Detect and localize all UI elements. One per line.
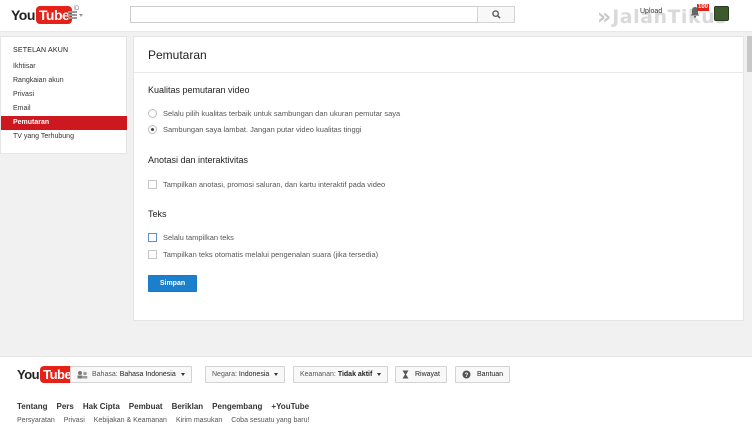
logo-tube-text: Tube xyxy=(35,6,73,24)
avatar[interactable] xyxy=(714,6,729,21)
sidebar-item-ikhtisar[interactable]: Ikhtisar xyxy=(1,60,127,74)
quality-option-slow[interactable]: Sambungan saya lambat. Jangan putar vide… xyxy=(148,123,361,135)
save-button[interactable]: Simpan xyxy=(148,275,197,292)
option-label: Tampilkan teks otomatis melalui pengenal… xyxy=(163,249,379,259)
country-value: Indonesia xyxy=(238,371,270,378)
country-label: Negara: xyxy=(212,371,237,378)
footer-link-coba-baru[interactable]: Coba sesuatu yang baru! xyxy=(231,417,309,424)
sidebar-item-tv-terhubung[interactable]: TV yang Terhubung xyxy=(1,130,127,144)
language-label: Bahasa: xyxy=(92,371,118,378)
checkbox-annotations[interactable] xyxy=(148,179,157,189)
history-button[interactable]: Riwayat xyxy=(395,366,447,383)
section-title-annotations: Anotasi dan interaktivitas xyxy=(148,155,249,165)
footer-link-persyaratan[interactable]: Persyaratan xyxy=(17,417,55,424)
safety-value: Tidak aktif xyxy=(337,371,373,378)
section-title-video-quality: Kualitas pemutaran video xyxy=(148,85,250,95)
guide-menu-button[interactable] xyxy=(68,10,84,20)
sidebar-item-email[interactable]: Email xyxy=(1,102,127,116)
footer-link-pengembang[interactable]: Pengembang xyxy=(212,402,262,411)
footer-link-kirim-masukan[interactable]: Kirim masukan xyxy=(176,417,222,424)
chevron-down-icon xyxy=(274,373,279,376)
footer-primary-links: Tentang Pers Hak Cipta Pembuat Beriklan … xyxy=(17,402,318,411)
captions-auto-option[interactable]: Tampilkan teks otomatis melalui pengenal… xyxy=(148,248,378,260)
radio-slow-connection[interactable] xyxy=(148,124,157,134)
quality-option-best[interactable]: Selalu pilih kualitas terbaik untuk samb… xyxy=(148,107,400,119)
option-label: Selalu tampilkan teks xyxy=(163,232,234,242)
footer-link-pers[interactable]: Pers xyxy=(57,402,74,411)
safety-label: Keamanan: xyxy=(300,371,336,378)
footer-link-privasi[interactable]: Privasi xyxy=(64,417,85,424)
language-icon xyxy=(77,371,88,379)
notification-count-badge: 100 xyxy=(697,4,710,11)
search-box xyxy=(130,6,477,23)
search-icon xyxy=(492,10,501,19)
search-input[interactable] xyxy=(131,7,477,22)
chevron-down-icon xyxy=(377,373,382,376)
title-divider xyxy=(134,72,743,73)
watermark-text: JalanTikus xyxy=(612,6,727,28)
footer-link-pembuat[interactable]: Pembuat xyxy=(129,402,163,411)
footer-link-beriklan[interactable]: Beriklan xyxy=(172,402,204,411)
help-button[interactable]: ? Bantuan xyxy=(455,366,511,383)
option-label: Sambungan saya lambat. Jangan putar vide… xyxy=(163,124,362,134)
help-icon: ? xyxy=(462,370,471,379)
hourglass-icon xyxy=(402,370,409,379)
search-button[interactable] xyxy=(477,6,515,23)
page-title: Pemutaran xyxy=(148,48,207,62)
captions-always-option[interactable]: Selalu tampilkan teks xyxy=(148,231,234,243)
watermark-chevron-icon: » xyxy=(597,4,612,30)
footer-link-plus-youtube[interactable]: +YouTube xyxy=(271,402,309,411)
option-label: Tampilkan anotasi, promosi saluran, dan … xyxy=(163,179,386,189)
masthead: You Tube ID » JalanTikus Upload 100 xyxy=(0,0,752,32)
radio-best-quality[interactable] xyxy=(148,108,157,118)
footer-link-hak-cipta[interactable]: Hak Cipta xyxy=(83,402,120,411)
footer: You Tube Bahasa: Bahasa Indonesia Negara… xyxy=(0,356,752,436)
checkbox-always-captions[interactable] xyxy=(148,232,157,242)
safety-mode-button[interactable]: Keamanan: Tidak aktif xyxy=(293,366,389,383)
option-label: Selalu pilih kualitas terbaik untuk samb… xyxy=(163,108,401,118)
help-label: Bantuan xyxy=(477,371,504,378)
language-value: Bahasa Indonesia xyxy=(119,371,176,378)
section-title-captions: Teks xyxy=(148,209,167,219)
footer-youtube-logo[interactable]: You Tube xyxy=(17,366,75,383)
account-settings-sidebar: SETELAN AKUN Ikhtisar Rangkaian akun Pri… xyxy=(0,36,127,154)
svg-text:?: ? xyxy=(465,373,469,379)
chevron-down-icon xyxy=(180,373,185,376)
annotations-option[interactable]: Tampilkan anotasi, promosi saluran, dan … xyxy=(148,178,385,190)
sidebar-item-rangkaian-akun[interactable]: Rangkaian akun xyxy=(1,74,127,88)
logo-you-text: You xyxy=(11,7,35,23)
page-scrollbar[interactable] xyxy=(747,36,752,396)
footer-link-kebijakan[interactable]: Kebijakan & Keamanan xyxy=(94,417,167,424)
sidebar-item-pemutaran[interactable]: Pemutaran xyxy=(1,116,127,130)
history-label: Riwayat xyxy=(415,371,440,378)
footer-logo-you-text: You xyxy=(17,367,40,382)
language-picker-button[interactable]: Bahasa: Bahasa Indonesia xyxy=(70,366,192,383)
hamburger-icon xyxy=(68,11,77,13)
upload-button[interactable]: Upload xyxy=(640,8,662,15)
chevron-down-icon xyxy=(79,14,83,17)
sidebar-heading: SETELAN AKUN xyxy=(13,47,69,54)
playback-settings-panel: Pemutaran Kualitas pemutaran video Selal… xyxy=(133,36,744,321)
scrollbar-thumb[interactable] xyxy=(747,36,752,72)
checkbox-auto-captions[interactable] xyxy=(148,249,157,259)
country-picker-button[interactable]: Negara: Indonesia xyxy=(205,366,286,383)
footer-link-tentang[interactable]: Tentang xyxy=(17,402,48,411)
sidebar-item-privasi[interactable]: Privasi xyxy=(1,88,127,102)
footer-secondary-links: Persyaratan Privasi Kebijakan & Keamanan… xyxy=(17,417,318,424)
